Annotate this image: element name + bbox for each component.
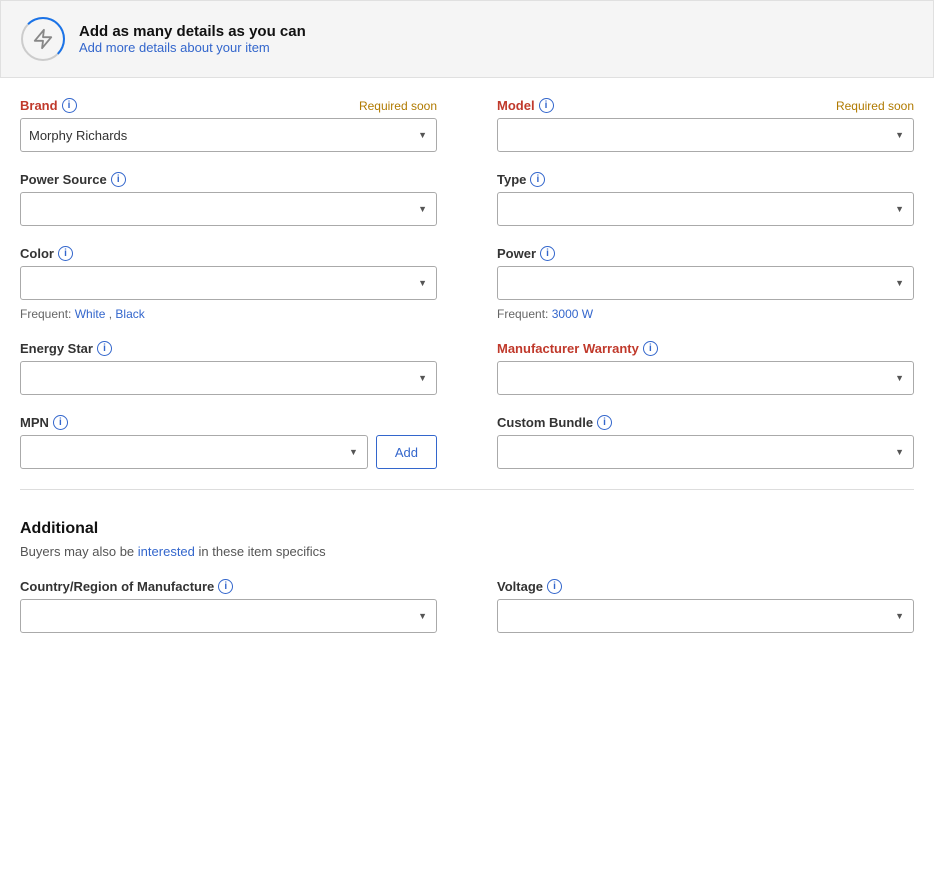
manufacturer-warranty-select-wrapper: [497, 361, 914, 395]
header-title: Add as many details as you can: [79, 23, 306, 40]
model-info-icon[interactable]: i: [539, 98, 554, 113]
custom-bundle-field-group: Custom Bundle i: [497, 415, 914, 469]
mpn-select-wrapper: [20, 435, 368, 469]
mpn-add-button[interactable]: Add: [376, 435, 437, 469]
color-frequent-white[interactable]: White: [75, 307, 106, 321]
type-select[interactable]: [497, 192, 914, 226]
energy-star-select[interactable]: [20, 361, 437, 395]
additional-subtitle: Buyers may also be interested in these i…: [20, 544, 914, 559]
power-frequent-3000w[interactable]: 3000 W: [552, 307, 593, 321]
power-label: Power i: [497, 246, 555, 261]
power-source-label: Power Source i: [20, 172, 126, 187]
brand-label: Brand i: [20, 98, 77, 113]
type-field-group: Type i: [497, 172, 914, 226]
color-frequent-black[interactable]: Black: [115, 307, 144, 321]
manufacturer-warranty-field-group: Manufacturer Warranty i: [497, 341, 914, 395]
voltage-label: Voltage i: [497, 579, 562, 594]
brand-select-wrapper: Morphy Richards: [20, 118, 437, 152]
brand-field-group: Brand i Required soon Morphy Richards: [20, 98, 437, 152]
section-divider: [20, 489, 914, 490]
country-region-info-icon[interactable]: i: [218, 579, 233, 594]
manufacturer-warranty-info-icon[interactable]: i: [643, 341, 658, 356]
brand-info-icon[interactable]: i: [62, 98, 77, 113]
energy-star-info-icon[interactable]: i: [97, 341, 112, 356]
brand-select[interactable]: Morphy Richards: [20, 118, 437, 152]
energy-star-label: Energy Star i: [20, 341, 112, 356]
mpn-select[interactable]: [20, 435, 368, 469]
custom-bundle-info-icon[interactable]: i: [597, 415, 612, 430]
mpn-info-icon[interactable]: i: [53, 415, 68, 430]
voltage-field-group: Voltage i: [497, 579, 914, 633]
power-select-wrapper: [497, 266, 914, 300]
model-required-soon: Required soon: [836, 99, 914, 113]
additional-title: Additional: [20, 520, 914, 538]
brand-required-soon: Required soon: [359, 99, 437, 113]
country-region-label: Country/Region of Manufacture i: [20, 579, 233, 594]
custom-bundle-select[interactable]: [497, 435, 914, 469]
color-frequent: Frequent: White , Black: [20, 307, 437, 321]
header-text: Add as many details as you can Add more …: [79, 23, 306, 55]
type-label: Type i: [497, 172, 545, 187]
color-select[interactable]: [20, 266, 437, 300]
voltage-select[interactable]: [497, 599, 914, 633]
mpn-label: MPN i: [20, 415, 68, 430]
energy-star-field-group: Energy Star i: [20, 341, 437, 395]
mpn-field-group: MPN i Add: [20, 415, 437, 469]
model-label: Model i: [497, 98, 554, 113]
type-info-icon[interactable]: i: [530, 172, 545, 187]
model-field-group: Model i Required soon: [497, 98, 914, 152]
manufacturer-warranty-select[interactable]: [497, 361, 914, 395]
custom-bundle-select-wrapper: [497, 435, 914, 469]
additional-section: Additional Buyers may also be interested…: [20, 510, 914, 633]
color-field-group: Color i Frequent: White , Black: [20, 246, 437, 321]
country-region-select-wrapper: [20, 599, 437, 633]
power-source-select-wrapper: [20, 192, 437, 226]
power-frequent: Frequent: 3000 W: [497, 307, 914, 321]
power-source-field-group: Power Source i: [20, 172, 437, 226]
power-select[interactable]: [497, 266, 914, 300]
country-region-select[interactable]: [20, 599, 437, 633]
country-region-field-group: Country/Region of Manufacture i: [20, 579, 437, 633]
custom-bundle-label: Custom Bundle i: [497, 415, 612, 430]
energy-star-select-wrapper: [20, 361, 437, 395]
power-info-icon[interactable]: i: [540, 246, 555, 261]
color-label: Color i: [20, 246, 73, 261]
power-source-select[interactable]: [20, 192, 437, 226]
additional-interested-link[interactable]: interested: [138, 544, 195, 559]
voltage-select-wrapper: [497, 599, 914, 633]
header-banner: Add as many details as you can Add more …: [0, 0, 934, 78]
type-select-wrapper: [497, 192, 914, 226]
header-icon: [21, 17, 65, 61]
color-info-icon[interactable]: i: [58, 246, 73, 261]
manufacturer-warranty-label: Manufacturer Warranty i: [497, 341, 658, 356]
header-subtitle: Add more details about your item: [79, 40, 306, 55]
power-field-group: Power i Frequent: 3000 W: [497, 246, 914, 321]
model-select[interactable]: [497, 118, 914, 152]
color-select-wrapper: [20, 266, 437, 300]
voltage-info-icon[interactable]: i: [547, 579, 562, 594]
model-select-wrapper: [497, 118, 914, 152]
power-source-info-icon[interactable]: i: [111, 172, 126, 187]
